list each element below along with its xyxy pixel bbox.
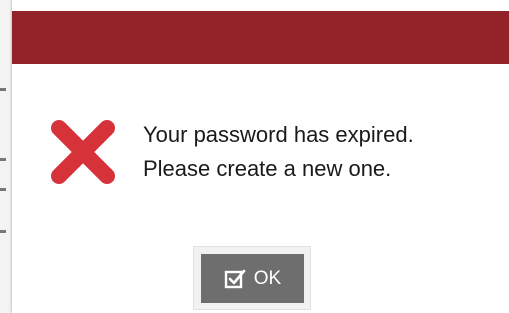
ok-button[interactable]: OK [201,254,304,303]
message-line-2: Please create a new one. [143,156,392,181]
checkbox-check-icon [224,268,246,290]
background-window-edge [0,0,12,313]
dialog-title-bar [12,11,509,64]
dialog-top-gap [12,0,509,11]
page: Your password has expired. Please create… [0,0,509,313]
background-mark [0,88,6,91]
background-mark [0,158,6,161]
password-expired-dialog: Your password has expired. Please create… [12,0,509,313]
ok-button-frame: OK [193,246,311,310]
message-line-1: Your password has expired. [143,122,414,147]
ok-button-label: OK [253,267,282,289]
background-mark [0,230,6,233]
error-x-icon [47,116,119,188]
background-mark [0,188,6,191]
dialog-message: Your password has expired. Please create… [143,118,503,186]
